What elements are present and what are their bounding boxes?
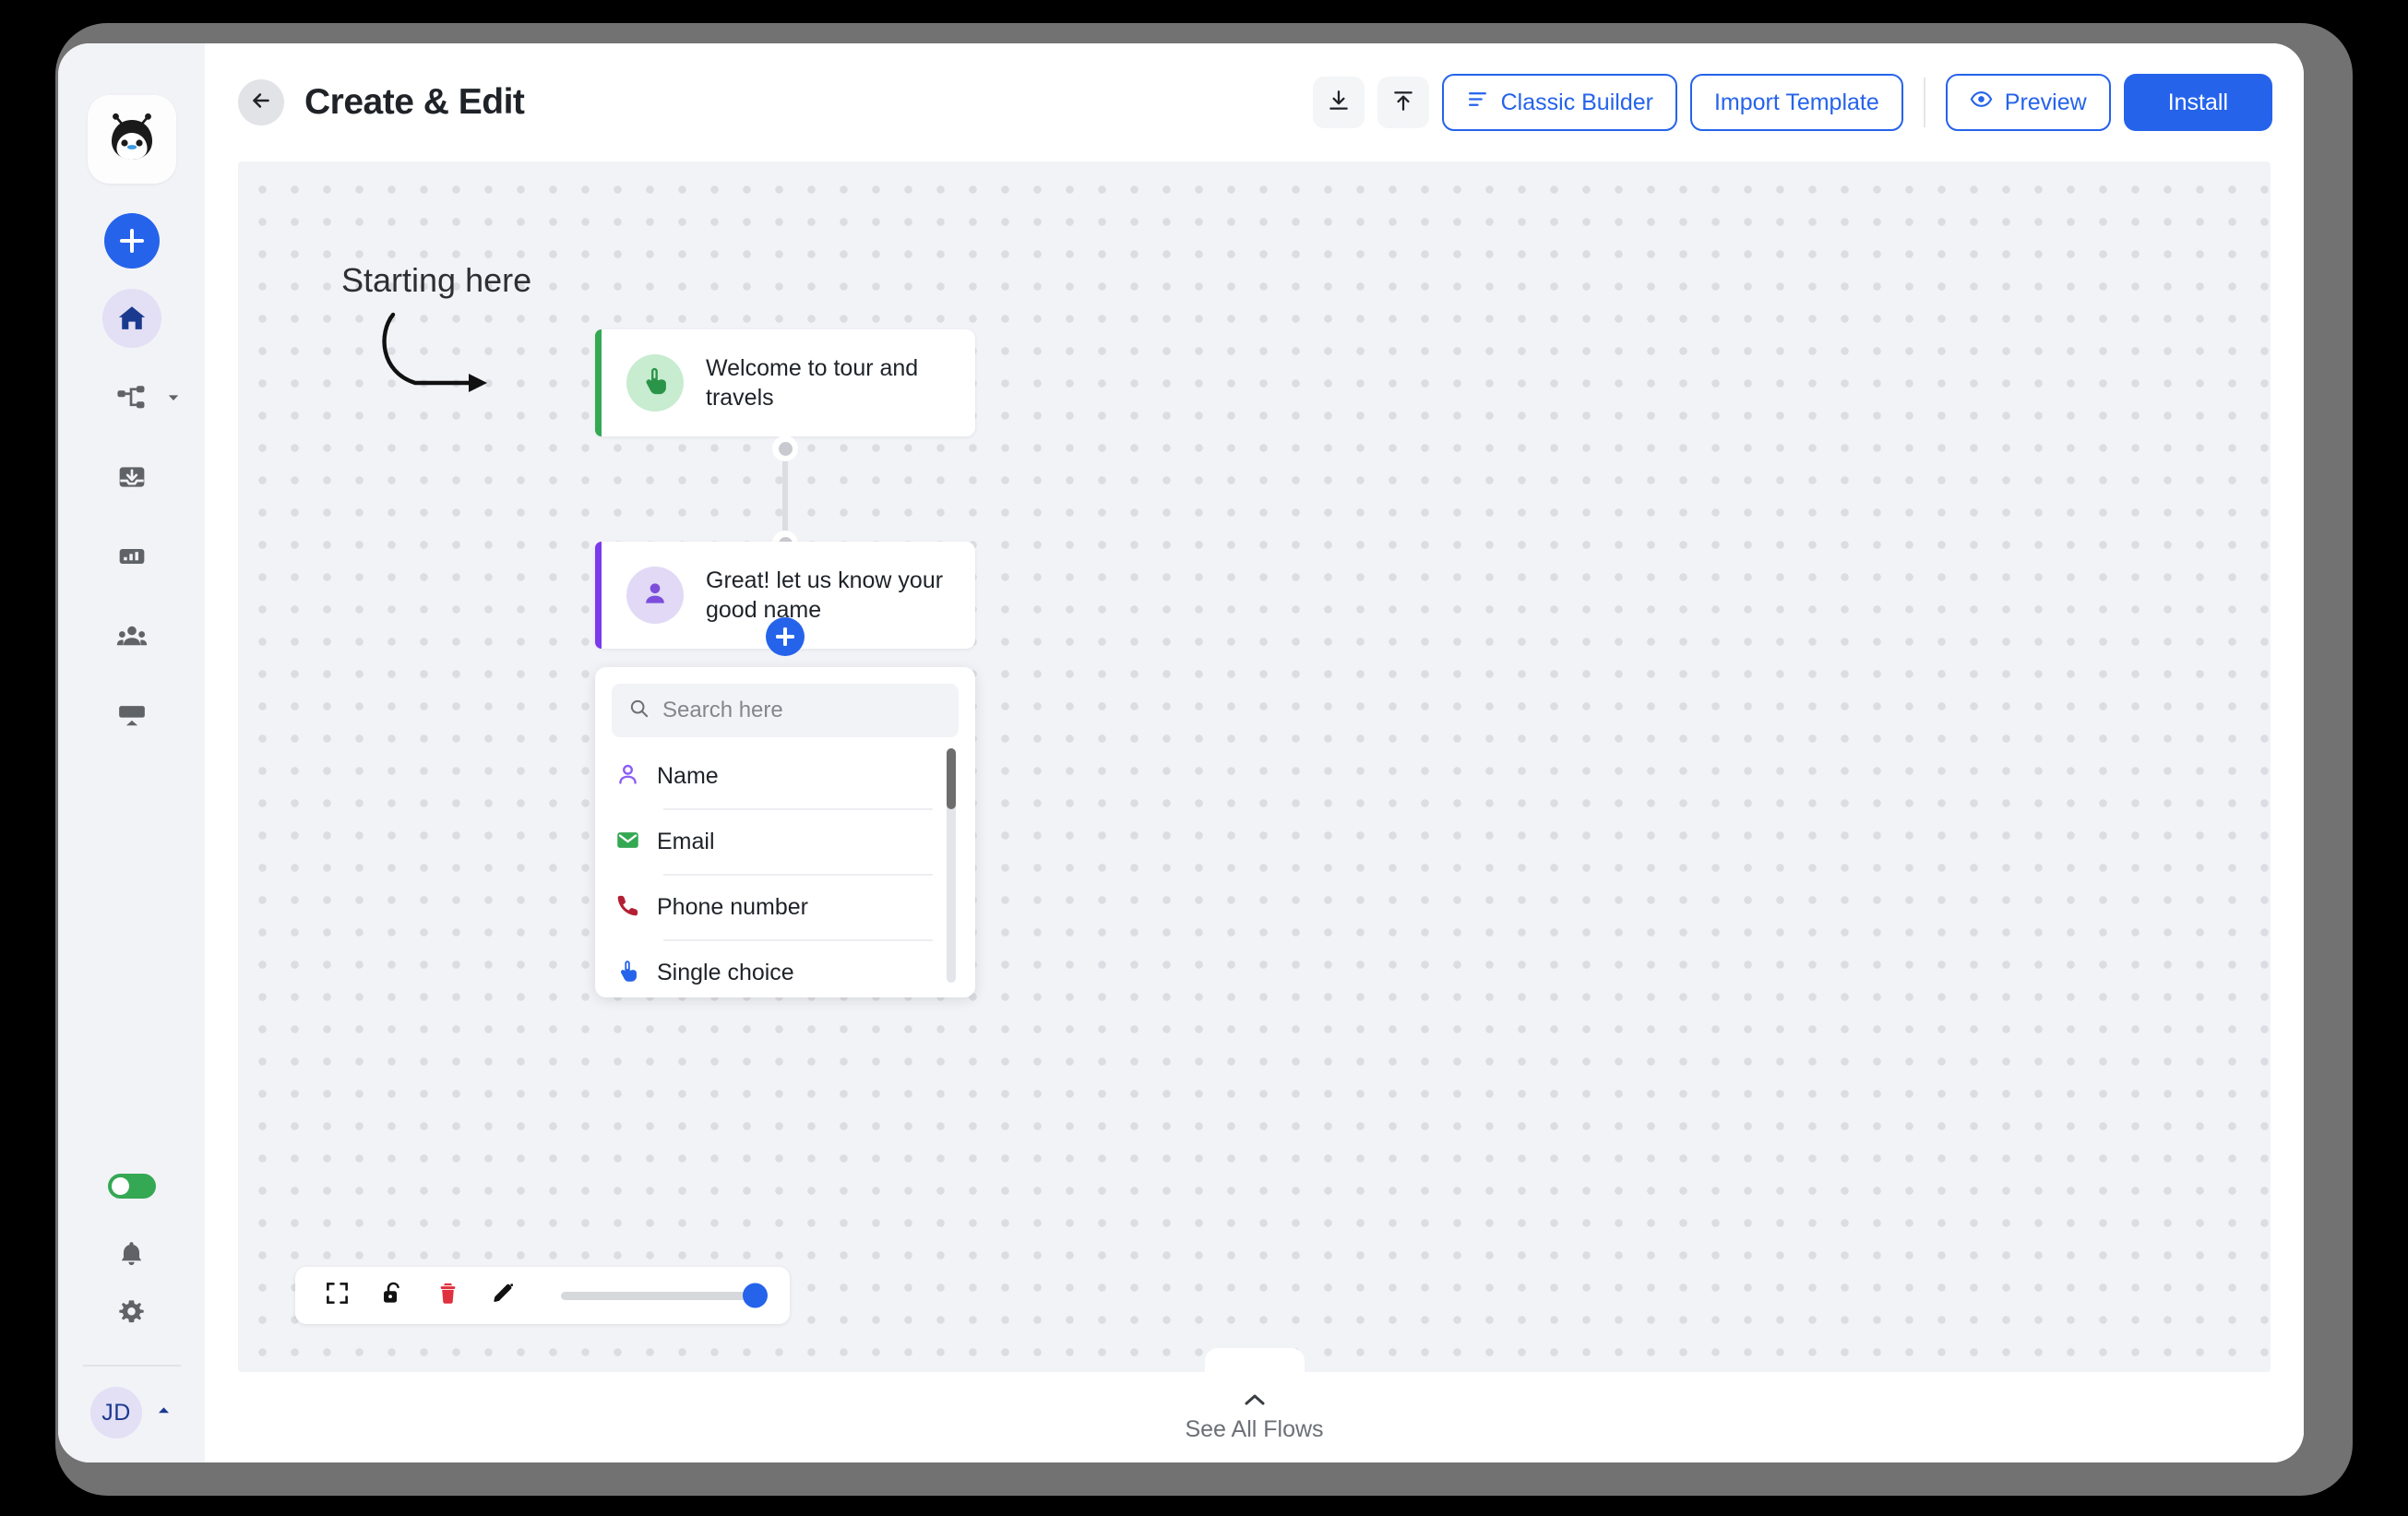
bell-icon [117,1239,146,1272]
tap-hand-icon [615,959,640,987]
node-icon-badge [626,354,684,412]
page-title: Create & Edit [304,82,525,122]
gear-icon [117,1298,146,1331]
search-input[interactable] [662,698,942,723]
classic-builder-label: Classic Builder [1500,89,1653,115]
preview-button[interactable]: Preview [1945,74,2111,131]
sidebar-toggle[interactable] [107,1174,156,1199]
search-box[interactable] [612,684,959,737]
people-group-icon [116,620,148,651]
zoom-slider-handle[interactable] [743,1283,768,1308]
app-window: JD Create & Edit Classic Builder Import … [58,43,2304,1462]
flow-canvas[interactable]: Starting here Welcome to tour and travel… [238,161,2271,1372]
person-outline-icon [615,762,640,792]
list-item-label: Email [657,829,715,854]
sidebar-item-inbox[interactable] [102,448,161,507]
list-item-single-choice[interactable]: Single choice [612,941,959,986]
curved-arrow-icon [376,309,496,415]
fit-screen-icon [325,1281,350,1310]
sidebar-bottom-section: JD [58,1174,205,1462]
download-button[interactable] [1312,77,1365,128]
notifications-button[interactable] [106,1230,158,1282]
node-type-picker-panel: Name Email [595,667,975,997]
node-text: Great! let us know your good name [706,567,944,623]
header-divider [1923,78,1925,127]
flow-node-card[interactable]: Welcome to tour and travels [595,329,975,436]
sliders-icon [1466,88,1489,117]
canvas-toolbar [295,1267,790,1324]
trash-icon [435,1281,460,1310]
see-all-flows-notch [1204,1348,1305,1372]
settings-button[interactable] [106,1289,158,1341]
list-item-label: Name [657,763,719,789]
arrow-left-icon [249,89,273,117]
node-accent-bar [595,542,602,649]
eye-icon [1970,88,1993,117]
app-logo[interactable] [87,95,176,184]
download-icon [1327,89,1351,117]
pencil-icon [491,1281,516,1310]
phone-icon [615,893,640,923]
person-icon [640,579,670,613]
home-icon [116,303,148,334]
envelope-icon [615,828,640,857]
header-actions: Classic Builder Import Template Preview [1312,74,2272,131]
edit-button[interactable] [485,1278,520,1313]
tap-hand-icon [639,365,671,401]
list-item-phone-number[interactable]: Phone number [612,876,959,939]
upload-button[interactable] [1377,77,1429,128]
user-account-button[interactable]: JD [90,1387,173,1438]
classic-builder-button[interactable]: Classic Builder [1441,74,1677,131]
display-board-icon [117,700,147,730]
panel-scrollbar[interactable] [947,748,956,983]
connector-endpoint-top [772,436,798,461]
list-item-email[interactable]: Email [612,810,959,874]
delete-button[interactable] [430,1278,465,1313]
node-text: Welcome to tour and travels [706,355,919,411]
import-template-button[interactable]: Import Template [1689,74,1903,131]
fit-screen-button[interactable] [319,1278,354,1313]
search-icon [628,698,650,723]
sidebar-item-display[interactable] [102,686,161,745]
upload-icon [1391,89,1415,117]
lock-button[interactable] [375,1278,410,1313]
main-area: Create & Edit Classic Builder Import Tem… [205,43,2304,1462]
import-template-label: Import Template [1713,89,1879,115]
unlock-icon [380,1281,405,1310]
sidebar-item-home[interactable] [101,289,161,348]
list-item-label: Single choice [657,960,794,985]
page-header: Create & Edit Classic Builder Import Tem… [205,43,2304,161]
install-button[interactable]: Install [2123,74,2272,131]
starting-here-annotation: Starting here [341,261,532,299]
flow-tree-icon [116,382,148,413]
preview-label: Preview [2004,89,2087,115]
node-accent-bar [595,329,602,436]
analytics-bar-icon [117,542,147,571]
toggle-knob [111,1177,129,1195]
list-item-name[interactable]: Name [612,745,959,808]
sidebar: JD [58,43,205,1462]
zoom-slider[interactable] [561,1283,768,1308]
sidebar-divider [82,1365,181,1367]
see-all-flows-label: See All Flows [1185,1415,1324,1442]
canvas-wrapper: Starting here Welcome to tour and travel… [205,161,2304,1462]
sidebar-item-audience[interactable] [102,606,161,665]
sidebar-item-flows[interactable] [102,368,178,427]
back-button[interactable] [238,79,284,125]
chevron-down-icon[interactable] [165,389,182,406]
penguin-bug-logo-icon [105,111,159,169]
see-all-flows-button[interactable]: See All Flows [205,1372,2304,1462]
avatar: JD [90,1387,142,1438]
node-icon-badge [626,567,684,624]
list-item-label: Phone number [657,894,809,920]
add-new-button[interactable] [103,213,160,269]
chevron-up-icon [1243,1392,1267,1413]
scrollbar-thumb[interactable] [947,748,956,809]
chevron-up-icon[interactable] [155,1402,173,1424]
add-node-button[interactable] [766,617,805,656]
inbox-download-icon [117,462,147,492]
sidebar-item-analytics[interactable] [102,527,161,586]
node-type-list[interactable]: Name Email Phone number Single choice [612,745,959,986]
